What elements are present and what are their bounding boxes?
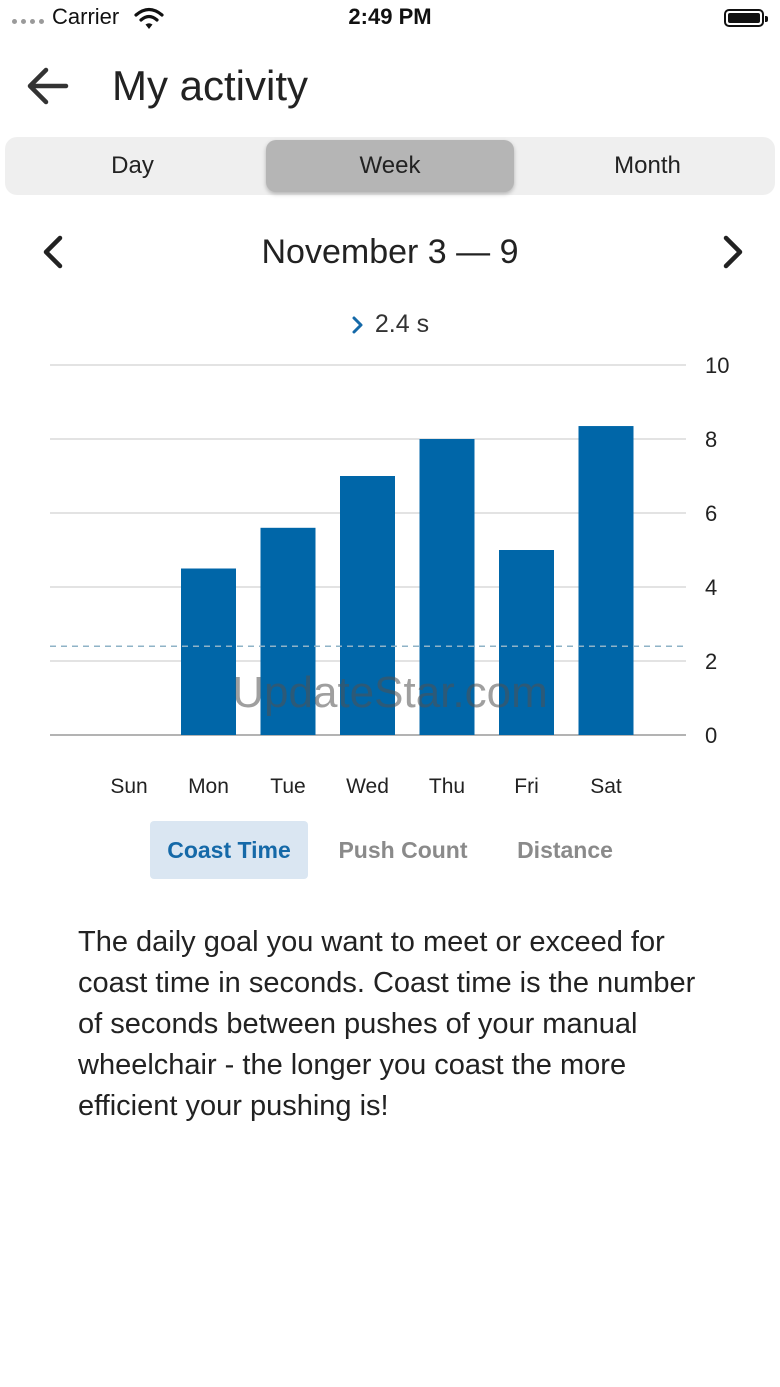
tab-push-count[interactable]: Push Count [328,821,478,879]
next-week-button[interactable] [712,228,752,276]
y-tick-label: 6 [705,501,717,526]
arrow-left-icon [27,67,69,105]
y-tick-label: 2 [705,649,717,674]
wifi-icon [134,7,164,29]
description-text: The daily goal you want to meet or excee… [78,926,696,1122]
bar-mon [181,568,236,735]
chevron-left-icon [43,235,63,269]
status-bar: Carrier 2:49 PM [0,0,780,40]
bar-thu [419,439,475,735]
x-tick-label: Wed [346,775,389,798]
y-tick-label: 10 [705,353,729,378]
y-tick-label: 4 [705,575,717,600]
y-tick-label: 8 [705,427,717,452]
back-button[interactable] [22,60,74,112]
chevron-right-icon [723,235,743,269]
bar-tue [260,527,316,735]
x-tick-label: Tue [270,775,305,798]
x-tick-label: Sun [110,775,147,798]
bar-wed [340,476,395,735]
bar-sat [578,426,634,735]
x-tick-label: Thu [429,775,465,798]
x-tick-label: Sat [590,775,622,798]
tab-day[interactable]: Day [5,137,260,195]
y-tick-label: 0 [705,723,717,748]
tab-month[interactable]: Month [520,137,775,195]
carrier-name: Carrier [52,4,120,29]
date-range-label: November 3 — 9 [261,233,519,271]
tab-distance[interactable]: Distance [502,821,628,879]
previous-week-button[interactable] [34,228,74,276]
signal-strength-icon [12,19,44,24]
bar-fri [499,550,554,735]
battery-icon [724,9,768,27]
x-tick-label: Fri [514,775,539,798]
coast-time-bar-chart: 0 2 4 6 8 10 Sun Mon Tue Wed Thu Fri Sat [50,353,729,798]
selected-value: 2.4 s [374,310,430,338]
chevron-right-icon [352,316,363,334]
page-title: My activity [112,62,309,109]
x-tick-label: Mon [188,775,229,798]
selected-value-row[interactable]: 2.4 s [0,307,780,341]
period-segmented-control: Day Week Month [5,137,775,195]
tab-week[interactable]: Week [266,140,514,192]
tab-coast-time[interactable]: Coast Time [150,821,308,879]
